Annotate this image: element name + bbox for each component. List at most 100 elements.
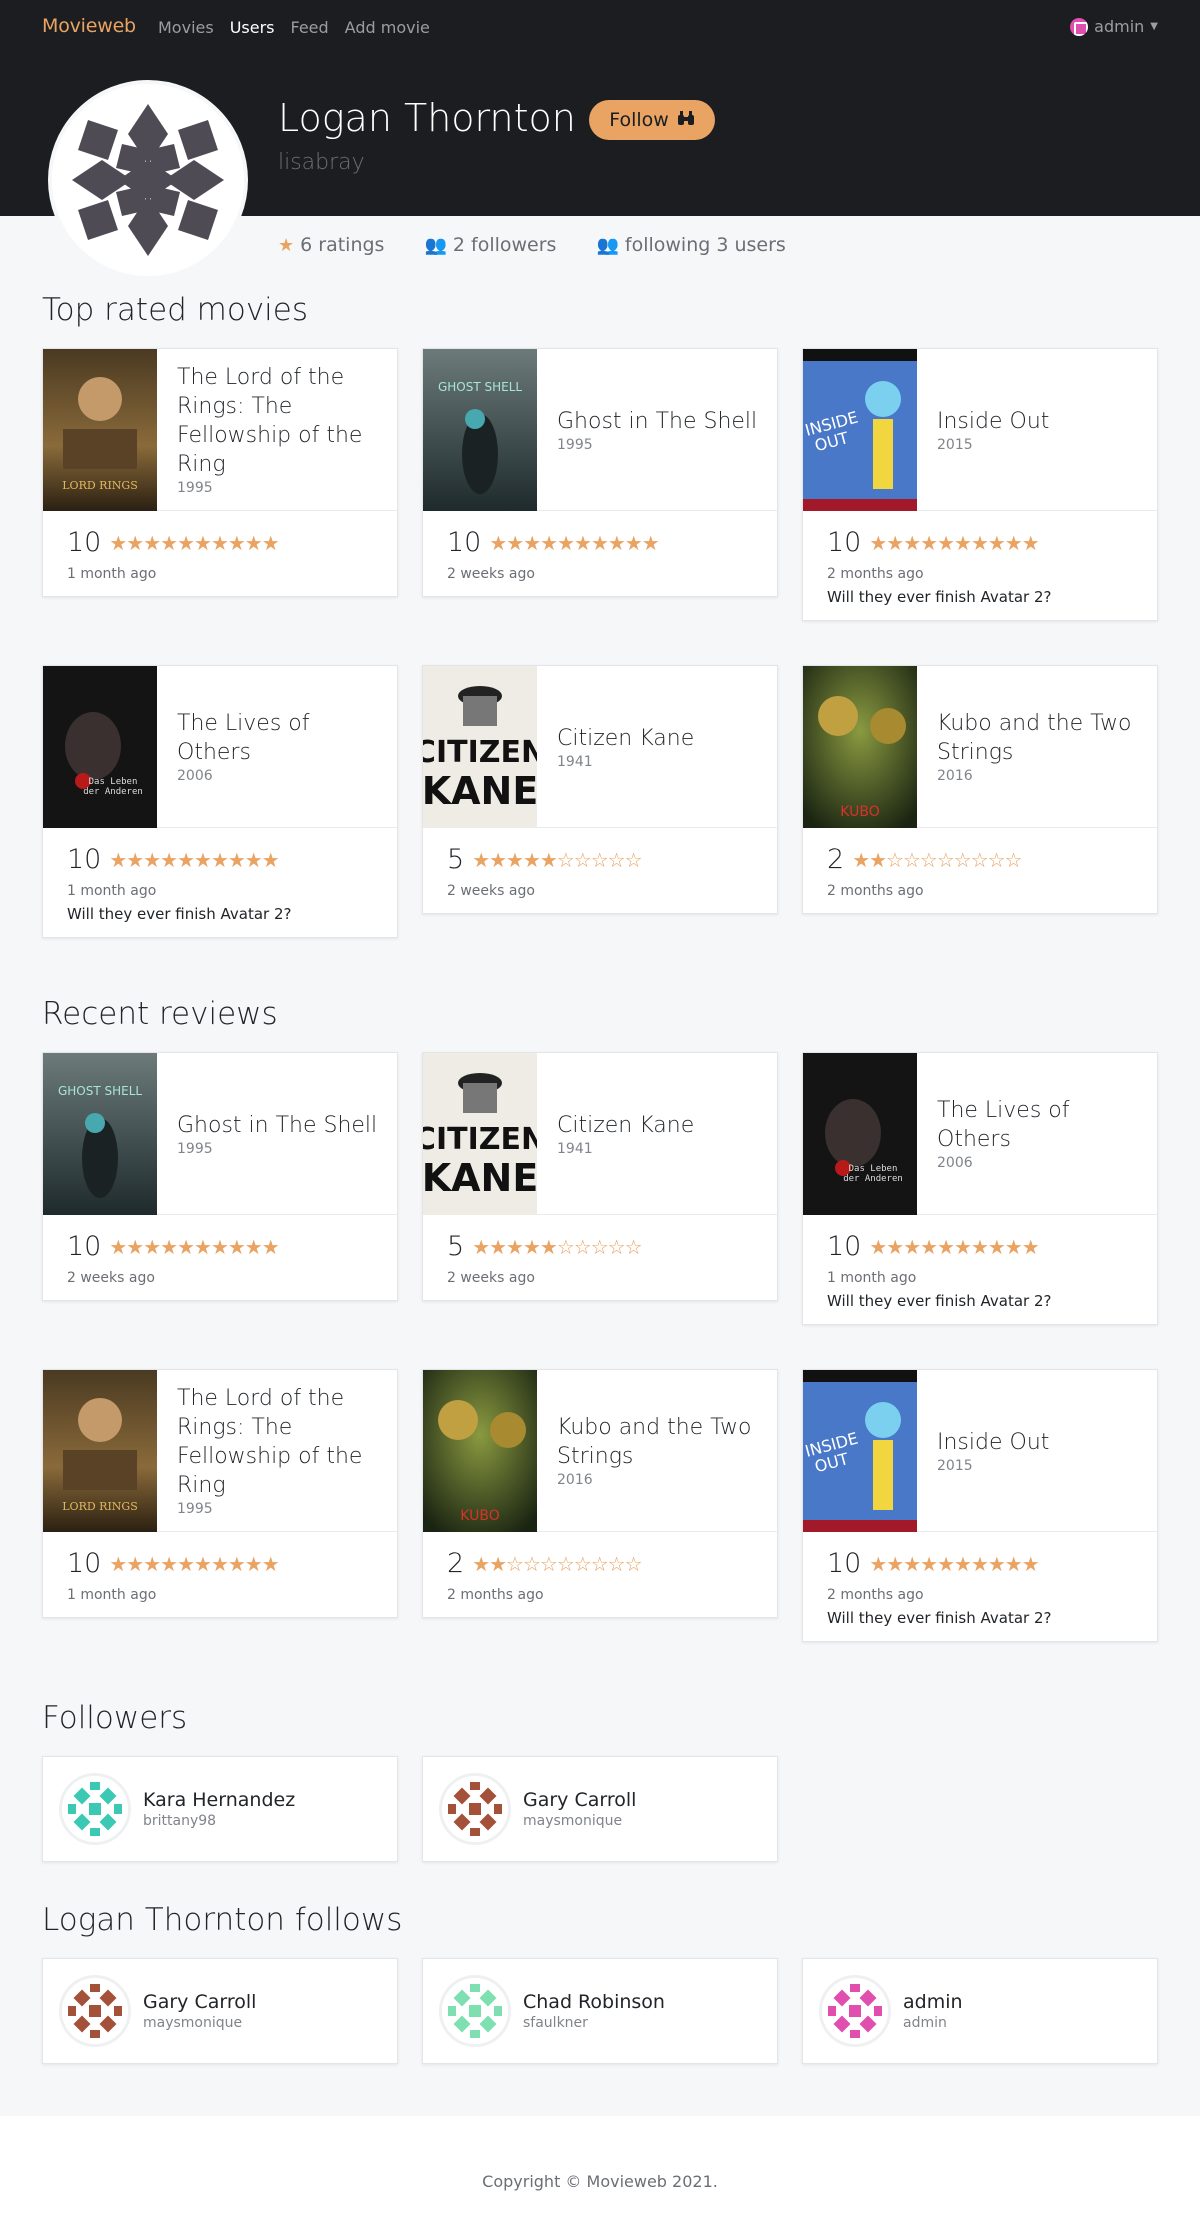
svg-text:KUBO: KUBO: [840, 804, 879, 820]
movie-poster[interactable]: CITIZEN KANE: [423, 1052, 537, 1215]
movie-info: The Lives of Others 2006: [917, 1096, 1157, 1171]
footer: Copyright © Movieweb 2021.: [0, 2116, 1200, 2236]
movie-poster[interactable]: KUBO: [423, 1369, 537, 1532]
top-rated-heading: Top rated movies: [42, 292, 309, 328]
movie-title[interactable]: Ghost in The Shell: [557, 407, 757, 436]
movie-year: 2006: [937, 1155, 973, 1171]
rating-row: 10 ★★★★★★★★★★: [827, 1548, 1133, 1579]
following-stat[interactable]: 👥 following 3 users: [596, 234, 785, 256]
movie-poster[interactable]: KUBO: [803, 665, 917, 828]
rating-stars-icon: ★★★★★☆☆☆☆☆: [472, 1234, 642, 1259]
recent-review-movie-card[interactable]: CITIZEN KANE Citizen Kane 1941 5 ★★★★★☆☆☆☆☆ 2 …: [422, 1052, 778, 1301]
movie-year: 1995: [557, 436, 593, 453]
rating-stars-icon: ★★★★★★★★★★: [869, 1234, 1039, 1259]
movie-title[interactable]: Kubo and the Two Strings: [557, 1413, 769, 1471]
movie-title[interactable]: Kubo and the Two Strings: [937, 709, 1149, 767]
navbar: Movieweb Movies Users Feed Add movie adm…: [0, 0, 1200, 56]
movie-info: Ghost in The Shell 1995: [537, 407, 765, 453]
movie-title[interactable]: The Lord of the Rings: The Fellowship of…: [177, 363, 389, 479]
recent-review-movie-card[interactable]: INSIDE OUT Inside Out 2015 10 ★★★★★★★★★★ 2 mon…: [802, 1369, 1158, 1642]
movie-poster[interactable]: CITIZEN KANE: [423, 665, 537, 828]
movie-poster[interactable]: INSIDE OUT: [803, 1369, 917, 1532]
movie-rating-section: 5 ★★★★★☆☆☆☆☆ 2 weeks ago: [423, 828, 777, 913]
movie-card-header: CITIZEN KANE Citizen Kane 1941: [423, 1052, 777, 1215]
user-avatar[interactable]: [439, 1975, 511, 2047]
movie-card-header: LORD RINGS The Lord of the Rings: The Fel…: [43, 348, 397, 511]
user-name[interactable]: Kara Hernandez: [143, 1789, 295, 1811]
user-name[interactable]: Gary Carroll: [143, 1991, 256, 2013]
recent-review-movie-card[interactable]: KUBO Kubo and the Two Strings 2016 2 ★★☆☆☆☆☆…: [422, 1369, 778, 1618]
movie-poster[interactable]: Das Leben der Anderen: [803, 1052, 917, 1215]
rating-stars-icon: ★★★★★★★★★★: [869, 530, 1039, 555]
nav-feed[interactable]: Feed: [291, 18, 329, 37]
user-name[interactable]: admin: [903, 1991, 963, 2013]
nav-add-movie[interactable]: Add movie: [345, 18, 430, 37]
movie-year: 1995: [177, 480, 213, 496]
nav-users[interactable]: Users: [230, 18, 275, 37]
movie-title[interactable]: The Lord of the Rings: The Fellowship of…: [177, 1384, 389, 1500]
top-rated-movie-card[interactable]: LORD RINGS The Lord of the Rings: The Fel…: [42, 348, 398, 597]
movie-poster[interactable]: Das Leben der Anderen: [43, 665, 157, 828]
brand-link[interactable]: Movieweb: [42, 15, 136, 37]
user-name[interactable]: Gary Carroll: [523, 1789, 636, 1811]
movie-poster[interactable]: LORD RINGS: [43, 348, 157, 511]
ratings-count: 6 ratings: [300, 234, 385, 256]
top-rated-movie-card[interactable]: GHOST SHELL Ghost in The Shell 1995 10 ★★★★★…: [422, 348, 778, 597]
review-time: 2 months ago: [447, 1587, 544, 1603]
recent-review-movie-card[interactable]: Das Leben der Anderen The Lives of Others 2…: [802, 1052, 1158, 1325]
nav-movies[interactable]: Movies: [158, 18, 214, 37]
rating-row: 10 ★★★★★★★★★★: [827, 527, 1133, 558]
user-avatar[interactable]: [819, 1975, 891, 2047]
follower-user-card[interactable]: Kara Hernandez brittany98: [42, 1756, 398, 1862]
top-rated-movie-card[interactable]: KUBO Kubo and the Two Strings 2016 2 ★★☆☆☆☆☆…: [802, 665, 1158, 914]
review-time: 1 month ago: [67, 566, 157, 582]
user-avatar[interactable]: [59, 1975, 131, 2047]
movie-title[interactable]: Inside Out: [937, 407, 1049, 436]
following-count: following 3 users: [624, 234, 786, 256]
movie-title[interactable]: Citizen Kane: [557, 724, 694, 753]
followers-stat[interactable]: 👥 2 followers: [424, 234, 556, 256]
movie-poster[interactable]: GHOST SHELL: [43, 1052, 157, 1215]
movie-poster[interactable]: GHOST SHELL: [423, 348, 537, 511]
movie-title[interactable]: The Lives of Others: [177, 709, 389, 767]
nav-links: Movies Users Feed Add movie: [158, 18, 430, 37]
rating-value: 5: [447, 1231, 465, 1262]
user-avatar[interactable]: [59, 1773, 131, 1845]
following-user-card[interactable]: Gary Carroll maysmonique: [42, 1958, 398, 2064]
follow-button[interactable]: Follow: [589, 100, 715, 140]
rating-row: 2 ★★☆☆☆☆☆☆☆☆: [827, 844, 1133, 875]
user-info: Gary Carroll maysmonique: [143, 1991, 256, 2031]
rating-row: 10 ★★★★★★★★★★: [67, 527, 373, 558]
follower-user-card[interactable]: Gary Carroll maysmonique: [422, 1756, 778, 1862]
svg-text:Das Leben: Das Leben: [849, 1164, 898, 1174]
movie-info: Kubo and the Two Strings 2016: [537, 1413, 777, 1488]
rating-value: 10: [447, 527, 482, 558]
user-avatar[interactable]: [439, 1773, 511, 1845]
recent-review-movie-card[interactable]: LORD RINGS The Lord of the Rings: The Fel…: [42, 1369, 398, 1618]
movie-rating-section: 10 ★★★★★★★★★★ 2 weeks ago: [423, 511, 777, 596]
movie-title[interactable]: Inside Out: [937, 1428, 1049, 1457]
movie-title[interactable]: The Lives of Others: [937, 1096, 1149, 1154]
movie-card-header: CITIZEN KANE Citizen Kane 1941: [423, 665, 777, 828]
top-rated-movie-card[interactable]: CITIZEN KANE Citizen Kane 1941 5 ★★★★★☆☆☆☆☆ 2 …: [422, 665, 778, 914]
rating-value: 2: [447, 1548, 465, 1579]
top-rated-movie-card[interactable]: Das Leben der Anderen The Lives of Others 2…: [42, 665, 398, 938]
rating-value: 10: [827, 527, 862, 558]
movie-poster[interactable]: LORD RINGS: [43, 1369, 157, 1532]
user-menu[interactable]: admin ▼: [1070, 17, 1158, 36]
following-user-card[interactable]: admin admin: [802, 1958, 1158, 2064]
recent-review-movie-card[interactable]: GHOST SHELL Ghost in The Shell 1995 10 ★★★★★…: [42, 1052, 398, 1301]
movie-rating-section: 10 ★★★★★★★★★★ 2 months ago Will they ever f…: [803, 1532, 1157, 1641]
movie-year: 2016: [937, 768, 973, 784]
movie-poster[interactable]: INSIDE OUT: [803, 348, 917, 511]
svg-text:Das Leben: Das Leben: [89, 777, 138, 787]
movie-title[interactable]: Ghost in The Shell: [177, 1111, 377, 1140]
movie-title[interactable]: Citizen Kane: [557, 1111, 694, 1140]
following-user-card[interactable]: Chad Robinson sfaulkner: [422, 1958, 778, 2064]
user-name[interactable]: Chad Robinson: [523, 1991, 665, 2013]
top-rated-movie-card[interactable]: INSIDE OUT Inside Out 2015 10 ★★★★★★★★★★ 2 mon…: [802, 348, 1158, 621]
movie-card-header: Das Leben der Anderen The Lives of Others 2…: [803, 1052, 1157, 1215]
movie-info: Kubo and the Two Strings 2016: [917, 709, 1157, 784]
binoculars-icon: [677, 109, 695, 131]
user-info: Kara Hernandez brittany98: [143, 1789, 295, 1829]
